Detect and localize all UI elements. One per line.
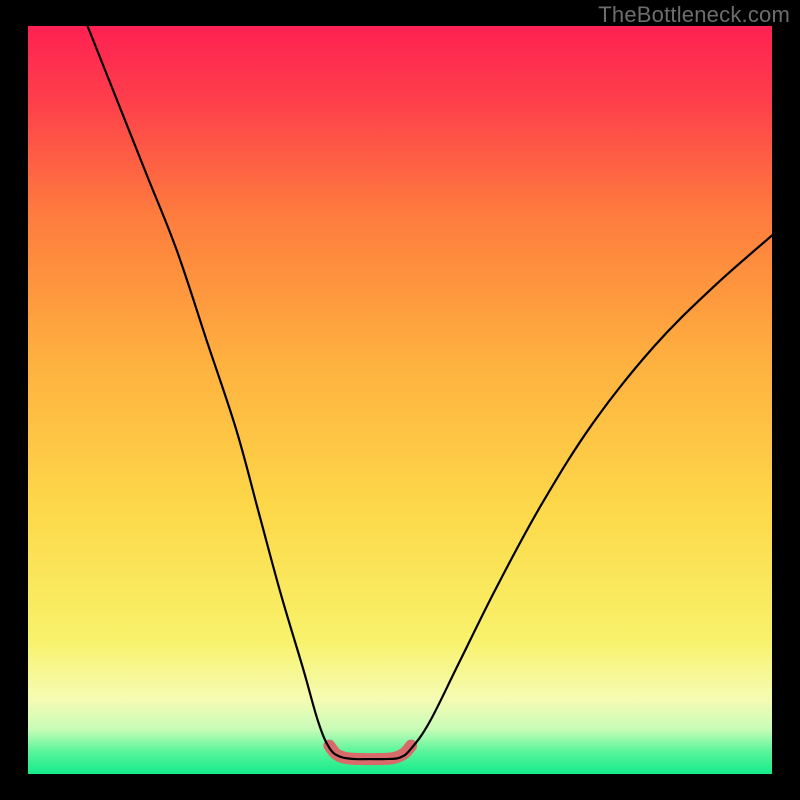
chart-background [28, 26, 772, 774]
chart-svg [28, 26, 772, 774]
chart-frame: TheBottleneck.com [0, 0, 800, 800]
watermark-text: TheBottleneck.com [598, 2, 790, 28]
chart-plot-area [28, 26, 772, 774]
